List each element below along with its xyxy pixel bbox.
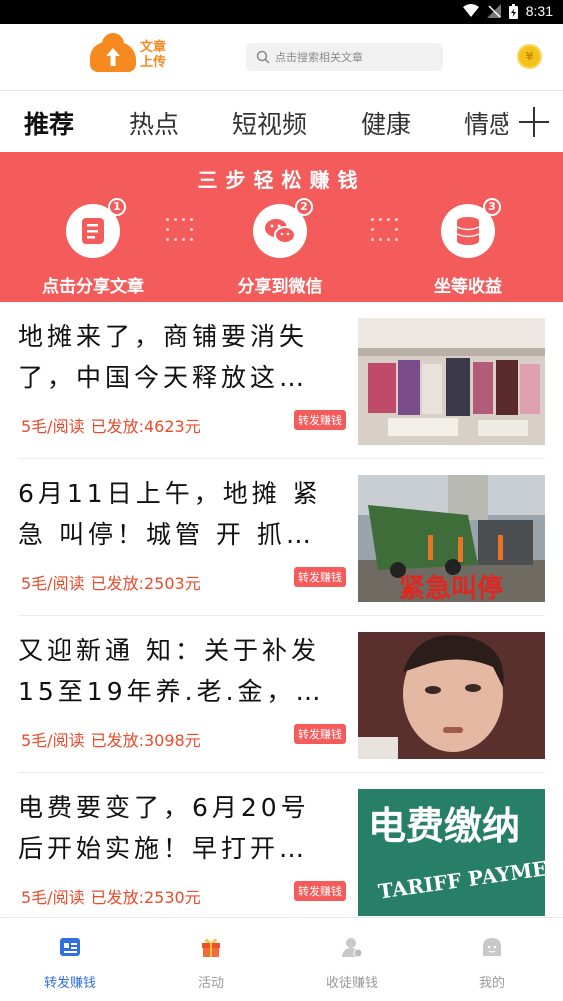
article-rate: 5毛/阅读 xyxy=(21,417,85,436)
top-bar: 文章 上传 点击搜索相关文章 ¥ xyxy=(0,24,563,90)
thumbnail-caption: 紧急叫停 xyxy=(399,573,503,602)
status-bar: 8:31 xyxy=(0,0,563,24)
step-label: 分享到微信 xyxy=(237,277,323,297)
earn-steps-banner[interactable]: 三步轻松赚钱 1 点击分享文章 2 分享到微信 3 坐等收益 xyxy=(0,152,563,302)
step-share-article: 1 点击分享文章 xyxy=(23,198,163,297)
article-meta: 5毛/阅读 已发放:4623元 xyxy=(21,413,207,437)
article-thumbnail xyxy=(358,318,545,445)
article-item[interactable]: 地摊来了，商铺要消失了，中国今天释放这… 5毛/阅读 已发放:4623元 转发赚钱 xyxy=(0,302,563,459)
article-meta: 5毛/阅读 已发放:2530元 xyxy=(21,884,207,908)
step-wait-earnings: 3 坐等收益 xyxy=(398,198,538,297)
article-title: 又迎新通 知：关于补发15至19年养.老.金，… xyxy=(18,636,325,706)
logo-text-line1: 文章 xyxy=(140,40,167,55)
article-meta: 5毛/阅读 已发放:2503元 xyxy=(21,570,207,594)
nav-label: 我的 xyxy=(478,976,505,991)
article-rate: 5毛/阅读 xyxy=(21,731,85,750)
article-item[interactable]: 电费要变了，6月20号后开始实施！早打开… 5毛/阅读 已发放:2530元 转发赚… xyxy=(0,773,563,930)
article-paid: 已发放:4623元 xyxy=(90,417,201,436)
tab-hot[interactable]: 热点 xyxy=(129,105,179,141)
article-item[interactable]: 又迎新通 知：关于补发15至19年养.老.金，… 5毛/阅读 已发放:3098元 … xyxy=(0,616,563,773)
nav-label: 收徒赚钱 xyxy=(325,976,378,991)
upload-arrow-icon xyxy=(106,48,120,66)
app-logo[interactable]: 文章 上传 xyxy=(90,33,170,76)
nav-label: 转发赚钱 xyxy=(43,976,96,991)
tab-recommend[interactable]: 推荐 xyxy=(24,105,74,141)
article-rate: 5毛/阅读 xyxy=(21,888,85,907)
step-label: 点击分享文章 xyxy=(42,277,144,297)
search-icon xyxy=(256,50,270,64)
share-earn-badge[interactable]: 转发赚钱 xyxy=(294,410,346,430)
article-item[interactable]: 6月11日上午，地摊 紧急 叫停！城管 开 抓… 5毛/阅读 已发放:2503元 … xyxy=(0,459,563,616)
nav-activity[interactable]: 活动 xyxy=(141,918,281,1001)
nav-mine[interactable]: 我的 xyxy=(422,918,562,1001)
profile-icon xyxy=(483,938,501,956)
nav-label: 活动 xyxy=(197,976,224,991)
logo-text-line2: 上传 xyxy=(140,55,167,70)
step-number: 2 xyxy=(295,198,313,216)
article-paid: 已发放:2530元 xyxy=(90,888,201,907)
article-rate: 5毛/阅读 xyxy=(21,574,85,593)
coin-icon[interactable]: ¥ xyxy=(517,44,542,69)
add-category-icon[interactable] xyxy=(508,91,563,152)
gift-icon xyxy=(202,938,220,957)
tab-emotion[interactable]: 情感 xyxy=(464,105,514,141)
article-title: 地摊来了，商铺要消失了，中国今天释放这… xyxy=(18,322,309,392)
logo-text: 文章 上传 xyxy=(140,40,166,70)
battery-icon xyxy=(508,3,518,19)
search-placeholder: 点击搜索相关文章 xyxy=(275,51,363,64)
news-icon xyxy=(60,938,80,956)
signal-icon xyxy=(486,4,501,18)
banner-title: 三步轻松赚钱 xyxy=(197,168,366,192)
article-thumbnail: 电费缴纳 TARIFF PAYMENT xyxy=(358,789,545,916)
bottom-nav: 转发赚钱 活动 收徒赚钱 我的 xyxy=(0,917,563,1000)
wifi-icon xyxy=(462,4,479,17)
step-number: 1 xyxy=(108,198,126,216)
share-earn-badge[interactable]: 转发赚钱 xyxy=(294,881,346,901)
tab-health[interactable]: 健康 xyxy=(361,105,411,141)
status-time: 8:31 xyxy=(525,3,553,19)
article-title: 电费要变了，6月20号后开始实施！早打开… xyxy=(18,793,310,863)
category-tabs: 推荐 热点 短视频 健康 情感 xyxy=(0,90,563,152)
share-earn-badge[interactable]: 转发赚钱 xyxy=(294,567,346,587)
article-paid: 已发放:2503元 xyxy=(90,574,201,593)
step-share-wechat: 2 分享到微信 xyxy=(210,198,350,297)
sign-text: 电费缴纳 xyxy=(368,804,520,848)
search-bar[interactable]: 点击搜索相关文章 xyxy=(246,43,443,71)
user-add-icon xyxy=(342,938,363,958)
article-paid: 已发放:3098元 xyxy=(90,731,201,750)
step-separator xyxy=(371,218,401,242)
nav-share-earn[interactable]: 转发赚钱 xyxy=(0,918,140,1001)
article-meta: 5毛/阅读 已发放:3098元 xyxy=(21,727,207,751)
step-label: 坐等收益 xyxy=(434,277,502,297)
nav-recruit[interactable]: 收徒赚钱 xyxy=(282,918,422,1001)
share-earn-badge[interactable]: 转发赚钱 xyxy=(294,724,346,744)
article-thumbnail: 紧急叫停 xyxy=(358,475,545,602)
step-separator xyxy=(166,218,196,242)
article-thumbnail xyxy=(358,632,545,759)
step-number: 3 xyxy=(483,198,501,216)
article-title: 6月11日上午，地摊 紧急 叫停！城管 开 抓… xyxy=(18,479,322,549)
tab-short-video[interactable]: 短视频 xyxy=(232,105,307,141)
